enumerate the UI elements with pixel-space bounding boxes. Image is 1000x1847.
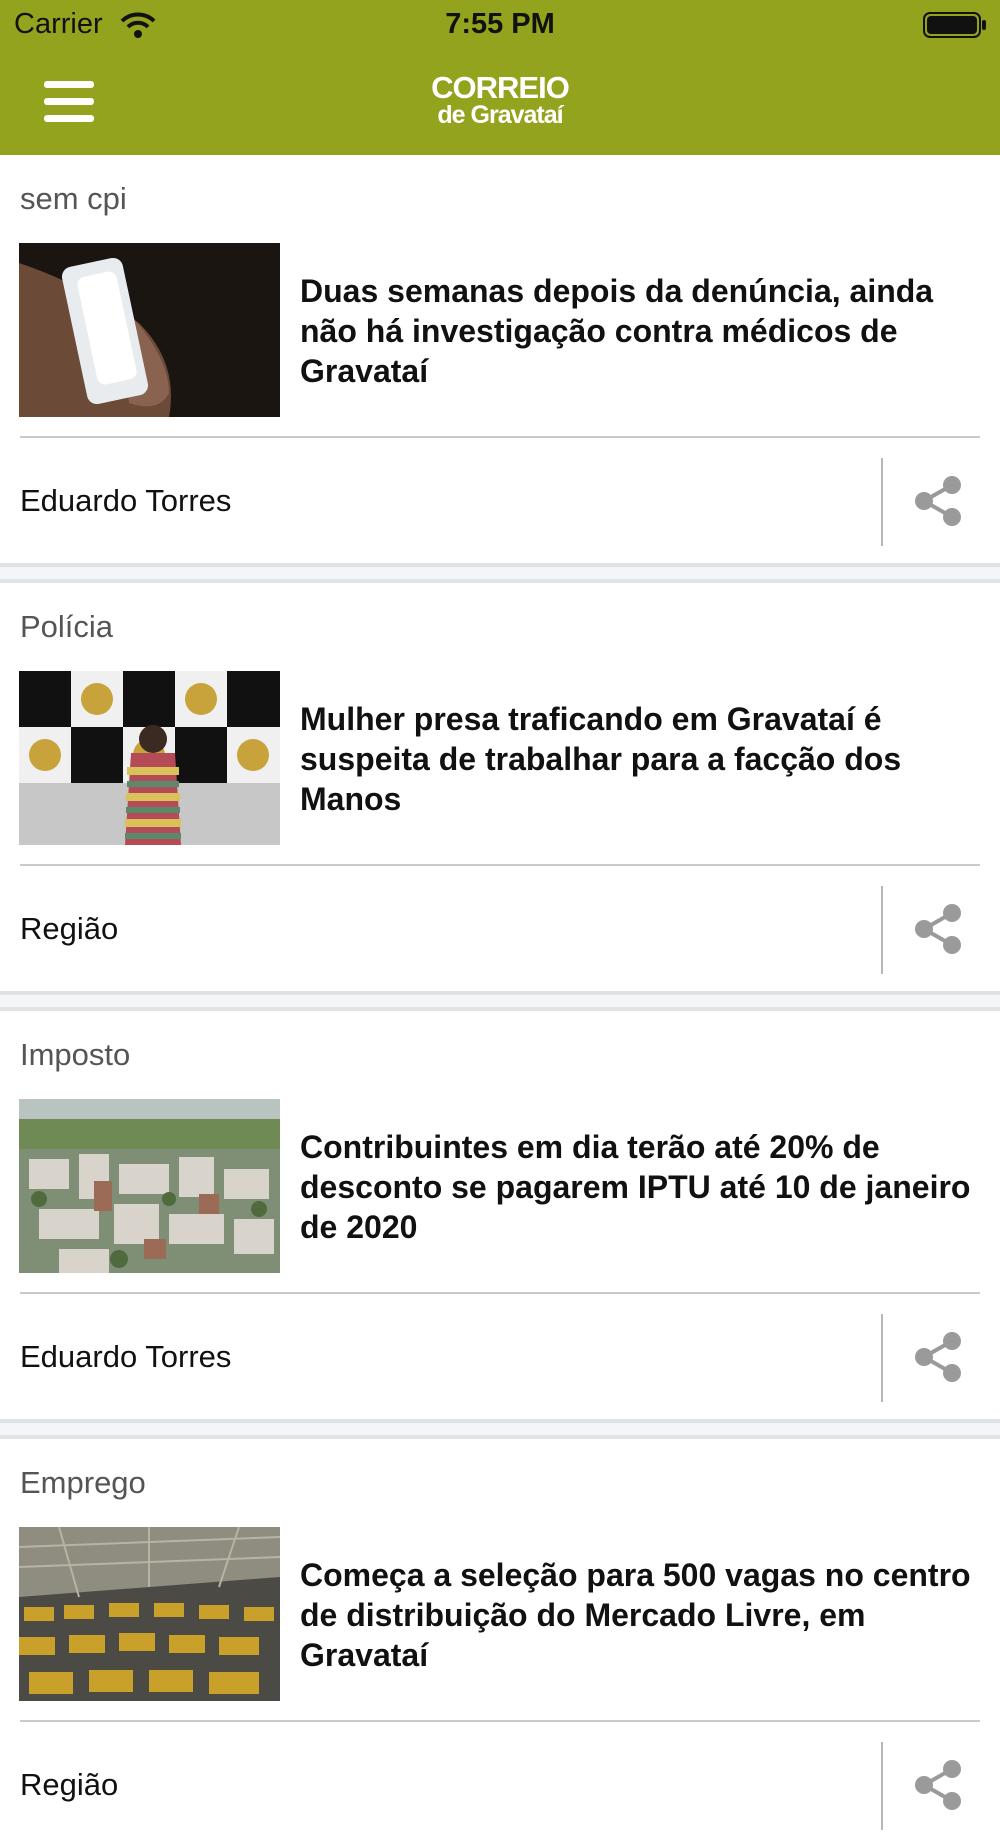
news-feed: sem cpi Duas semanas depois da denúncia,… <box>0 155 1000 1847</box>
article-thumbnail[interactable] <box>19 243 280 417</box>
article-category: Imposto <box>20 1037 131 1072</box>
article-card: Imposto Contribuintes em dia terão até 2… <box>0 1011 1000 1419</box>
logo-line1: CORREIO <box>431 70 570 105</box>
article-category: Emprego <box>20 1465 146 1500</box>
vertical-divider <box>881 458 883 546</box>
top-bar: Carrier 7:55 PM CORREIO de Gravataí <box>0 0 1000 155</box>
share-icon[interactable] <box>910 1329 966 1385</box>
article-headline[interactable]: Duas semanas depois da denúncia, ainda n… <box>300 271 980 391</box>
battery-icon <box>922 10 988 48</box>
article-headline[interactable]: Mulher presa traficando em Gravataí é su… <box>300 699 980 819</box>
navigation-bar: CORREIO de Gravataí <box>0 52 1000 155</box>
article-thumbnail[interactable] <box>19 1527 280 1701</box>
share-icon[interactable] <box>910 1757 966 1813</box>
article-card: sem cpi Duas semanas depois da denúncia,… <box>0 155 1000 563</box>
article-author: Eduardo Torres <box>20 483 232 518</box>
card-separator <box>0 991 1000 1011</box>
article-headline[interactable]: Contribuintes em dia terão até 20% de de… <box>300 1127 980 1247</box>
article-author: Eduardo Torres <box>20 1339 232 1374</box>
vertical-divider <box>881 886 883 974</box>
vertical-divider <box>881 1742 883 1830</box>
article-thumbnail[interactable] <box>19 1099 280 1273</box>
logo-line2: de Gravataí <box>437 101 563 129</box>
card-separator <box>0 563 1000 583</box>
article-card: Emprego Começa a seleção para 500 vagas … <box>0 1439 1000 1847</box>
card-separator <box>0 1419 1000 1439</box>
card-divider <box>20 864 980 866</box>
share-icon[interactable] <box>910 473 966 529</box>
clock: 7:55 PM <box>445 8 555 40</box>
article-thumbnail[interactable] <box>19 671 280 845</box>
status-bar: Carrier 7:55 PM <box>0 0 1000 52</box>
article-category: sem cpi <box>20 181 127 216</box>
article-author: Região <box>20 1767 119 1802</box>
vertical-divider <box>881 1314 883 1402</box>
card-divider <box>20 1720 980 1722</box>
card-divider <box>20 1292 980 1294</box>
article-author: Região <box>20 911 119 946</box>
article-category: Polícia <box>20 609 114 644</box>
article-card: Polícia Mulher presa traficando em Grava… <box>0 583 1000 991</box>
article-headline[interactable]: Começa a seleção para 500 vagas no centr… <box>300 1555 980 1675</box>
card-divider <box>20 436 980 438</box>
share-icon[interactable] <box>910 901 966 957</box>
app-logo: CORREIO de Gravataí <box>0 72 1000 128</box>
